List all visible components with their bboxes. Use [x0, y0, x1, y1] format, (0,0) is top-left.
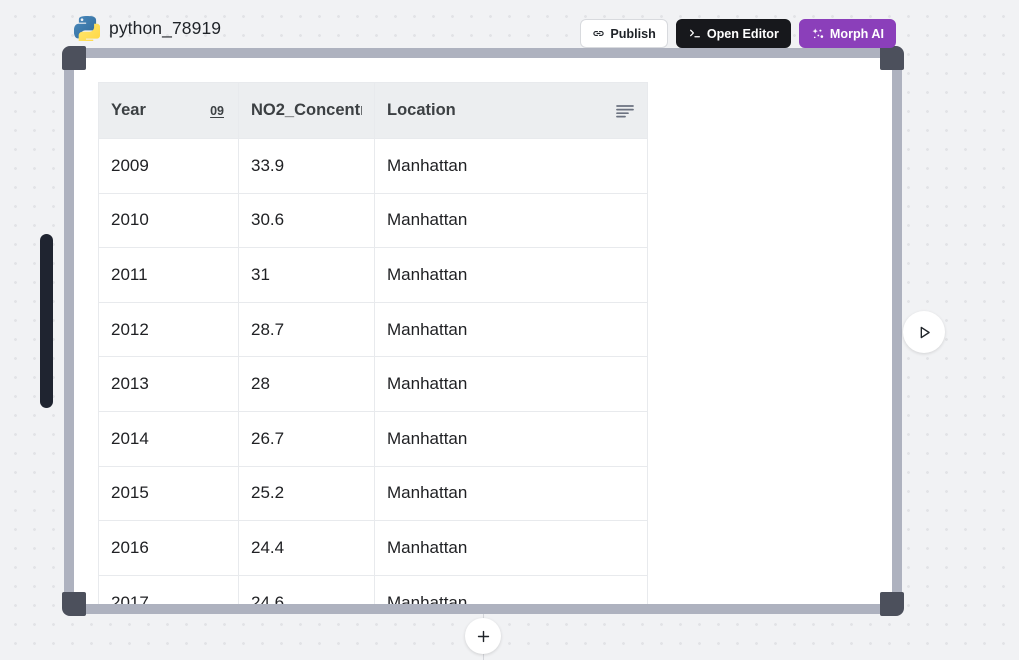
vertical-scrollbar[interactable] — [40, 234, 53, 408]
add-node-button[interactable] — [465, 618, 501, 654]
cell-location: Manhattan — [374, 410, 648, 467]
cell-year: 2016 — [98, 520, 239, 576]
table-row: 2013 28 Manhattan — [98, 356, 648, 412]
cell-year: 2017 — [98, 574, 239, 604]
table-row: 2015 25.2 Manhattan — [98, 465, 648, 522]
column-header-location-label: Location — [387, 101, 456, 119]
open-editor-button[interactable]: Open Editor — [675, 19, 791, 48]
sparkle-icon — [812, 27, 824, 38]
cell-no2: 28 — [238, 356, 375, 412]
cell-location: Manhattan — [374, 192, 648, 249]
row-count-badge: 09 — [210, 103, 224, 118]
cell-no2: 33.9 — [238, 138, 375, 194]
plus-icon — [477, 630, 489, 642]
column-header-no2-label: NO2_Concentr — [251, 101, 362, 119]
output-card: Year 09 NO2_Concentr Location 2009 33.9 … — [74, 58, 892, 604]
python-logo-icon — [74, 16, 100, 41]
table-row: 2012 28.7 Manhattan — [98, 301, 648, 358]
cell-no2: 30.6 — [238, 192, 375, 249]
publish-label: Publish — [610, 26, 656, 41]
page-title: python_78919 — [109, 17, 222, 38]
run-button[interactable] — [903, 311, 945, 353]
column-header-no2[interactable]: NO2_Concentr — [238, 82, 375, 139]
cell-year: 2011 — [98, 247, 239, 303]
cell-year: 2015 — [98, 465, 239, 522]
column-header-year-label: Year — [111, 101, 146, 119]
column-header-year[interactable]: Year 09 — [98, 82, 239, 139]
cell-location: Manhattan — [374, 138, 648, 194]
project-title-group: python_78919 — [74, 15, 221, 41]
table-head: Year 09 NO2_Concentr Location — [98, 82, 648, 139]
table-row: 2011 31 Manhattan — [98, 247, 648, 303]
cell-year: 2009 — [98, 138, 239, 194]
cell-no2: 26.7 — [238, 410, 375, 467]
cell-no2: 31 — [238, 247, 375, 303]
cell-location: Manhattan — [374, 574, 648, 604]
cell-no2: 28.7 — [238, 301, 375, 358]
cell-no2: 24.4 — [238, 520, 375, 576]
cell-no2: 24.6 — [238, 574, 375, 604]
open-editor-label: Open Editor — [706, 26, 779, 41]
table-row: 2010 30.6 Manhattan — [98, 192, 648, 249]
cell-location: Manhattan — [374, 356, 648, 412]
publish-button[interactable]: Publish — [580, 19, 668, 48]
cell-year: 2010 — [98, 192, 239, 249]
morph-ai-button[interactable]: Morph AI — [798, 19, 896, 48]
top-bar: python_78919 Publish Open Editor Morph A… — [0, 0, 1019, 58]
cell-location: Manhattan — [374, 520, 648, 576]
cell-year: 2012 — [98, 301, 239, 358]
resize-handle-bottom-left[interactable] — [62, 592, 86, 616]
cell-location: Manhattan — [374, 247, 648, 303]
table-body: 2009 33.9 Manhattan 2010 30.6 Manhattan 2011 31… — [98, 138, 648, 604]
terminal-prompt-icon — [689, 29, 700, 38]
cell-year: 2014 — [98, 410, 239, 467]
table-row: 2016 24.4 Manhattan — [98, 520, 648, 576]
table-row: 2017 24.6 Manhattan — [98, 574, 648, 604]
cell-no2: 25.2 — [238, 465, 375, 522]
link-icon — [593, 31, 604, 36]
node-selection-frame[interactable]: Year 09 NO2_Concentr Location 2009 33.9 … — [62, 46, 904, 616]
sort-align-left-icon[interactable] — [615, 103, 635, 119]
toolbar-actions: Publish Open Editor Morph AI — [580, 19, 896, 48]
data-table: Year 09 NO2_Concentr Location 2009 33.9 … — [98, 82, 648, 604]
table-row: 2009 33.9 Manhattan — [98, 138, 648, 194]
column-header-location[interactable]: Location — [374, 82, 648, 139]
data-table-container: Year 09 NO2_Concentr Location 2009 33.9 … — [98, 82, 648, 604]
cell-location: Manhattan — [374, 465, 648, 522]
morph-ai-label: Morph AI — [829, 26, 884, 41]
cell-location: Manhattan — [374, 301, 648, 358]
cell-year: 2013 — [98, 356, 239, 412]
table-header-row: Year 09 NO2_Concentr Location — [98, 82, 648, 139]
resize-handle-bottom-right[interactable] — [880, 592, 904, 616]
table-row: 2014 26.7 Manhattan — [98, 410, 648, 467]
play-icon — [920, 326, 930, 338]
